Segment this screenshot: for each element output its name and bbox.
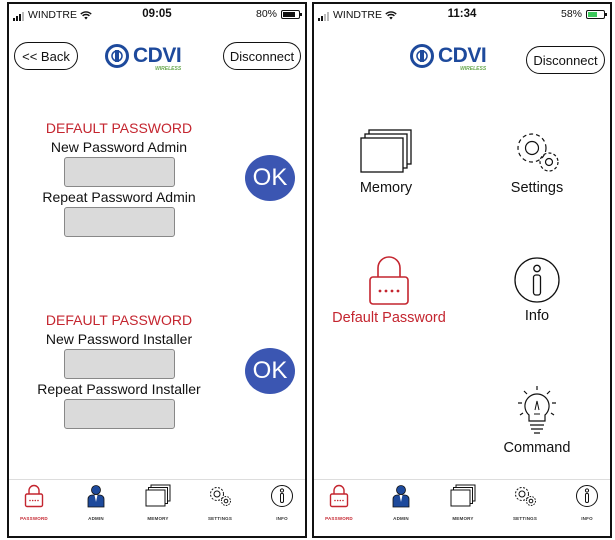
menu-command-label: Command [503,440,571,456]
gears-icon [210,487,231,506]
new-password-admin-field[interactable] [64,157,175,187]
gears-icon [517,133,559,172]
tab-info[interactable]: INFO [257,484,305,521]
tab-settings[interactable]: SETTINGS [500,484,550,521]
cdvi-logo-mark-icon [105,44,129,68]
gears-icon [515,487,536,506]
cdvi-logo: CDVI WIRELESS [105,44,182,72]
stacked-cards-icon [450,484,476,507]
stacked-cards-icon [145,484,171,507]
padlock-icon [329,484,349,508]
tab-admin[interactable]: ADMIN [376,484,426,521]
tab-label: SETTINGS [512,516,538,521]
repeat-password-admin-field[interactable] [64,207,175,237]
lightbulb-icon [518,386,556,434]
tab-settings[interactable]: SETTINGS [195,484,245,521]
tab-admin[interactable]: ADMIN [71,484,121,521]
admin-section-heading: DEFAULT PASSWORD [45,120,193,136]
repeat-password-admin-label: Repeat Password Admin [42,189,196,205]
back-button[interactable]: << Back [14,42,78,70]
info-icon [514,257,560,303]
person-icon [392,485,410,508]
installer-ok-button[interactable]: OK [245,348,295,394]
status-bar: WINDTRE 09:05 80% [9,4,305,26]
brand-name: CDVI [438,44,487,67]
battery-icon [281,9,302,19]
menu-info-label: Info [524,308,550,324]
cdvi-logo-mark-icon [410,44,434,68]
info-icon [271,485,293,507]
battery-percent: 80% [255,8,277,20]
menu-memory-label: Memory [359,180,413,196]
menu-default-password-label: Default Password [332,310,446,326]
brand-sub: WIRELESS [155,66,182,72]
tab-label: MEMORY [452,516,474,521]
admin-ok-button[interactable]: OK [245,155,295,201]
disconnect-button[interactable]: Disconnect [526,46,605,74]
tab-label: INFO [276,516,288,521]
info-icon [576,485,598,507]
menu-settings[interactable]: Settings [492,128,582,196]
right-phone-screen: WINDTRE 11:34 58% CDVI WIRELESS Disconne… [312,2,612,538]
tab-label: SETTINGS [207,516,233,521]
menu-memory[interactable]: Memory [341,128,431,196]
installer-section-heading: DEFAULT PASSWORD [45,312,193,328]
tab-memory[interactable]: MEMORY [133,484,183,521]
battery-charging-icon [586,9,607,19]
tab-bar: PASSWORD ADMIN MEMORY SETTINGS INFO [9,479,305,536]
tab-label: PASSWORD [325,516,353,521]
tab-label: INFO [581,516,593,521]
padlock-icon [369,256,409,305]
new-password-installer-field[interactable] [64,349,175,379]
tab-password[interactable]: PASSWORD [9,484,59,521]
tab-memory[interactable]: MEMORY [438,484,488,521]
tab-label: PASSWORD [20,516,48,521]
tab-label: ADMIN [88,516,104,521]
repeat-password-installer-field[interactable] [64,399,175,429]
tab-password[interactable]: PASSWORD [314,484,364,521]
menu-settings-label: Settings [510,180,564,196]
cdvi-logo: CDVI WIRELESS [410,44,487,72]
menu-info[interactable]: Info [492,256,582,324]
status-bar: WINDTRE 11:34 58% [314,4,610,26]
brand-sub: WIRELESS [460,66,487,72]
repeat-password-installer-label: Repeat Password Installer [37,381,201,397]
person-icon [87,485,105,508]
tab-info[interactable]: INFO [562,484,610,521]
disconnect-button[interactable]: Disconnect [223,42,301,70]
menu-default-password[interactable]: Default Password [319,254,459,326]
tab-label: MEMORY [147,516,169,521]
brand-name: CDVI [133,44,182,67]
battery-percent: 58% [560,8,582,20]
new-password-admin-label: New Password Admin [50,139,188,155]
tab-bar: PASSWORD ADMIN MEMORY SETTINGS INFO [314,479,610,536]
stacked-cards-icon [360,129,412,173]
menu-command[interactable]: Command [492,384,582,456]
left-phone-screen: WINDTRE 09:05 80% << Back CDVI WIRELESS … [7,2,307,538]
padlock-icon [24,484,44,508]
new-password-installer-label: New Password Installer [45,331,193,347]
tab-label: ADMIN [393,516,409,521]
